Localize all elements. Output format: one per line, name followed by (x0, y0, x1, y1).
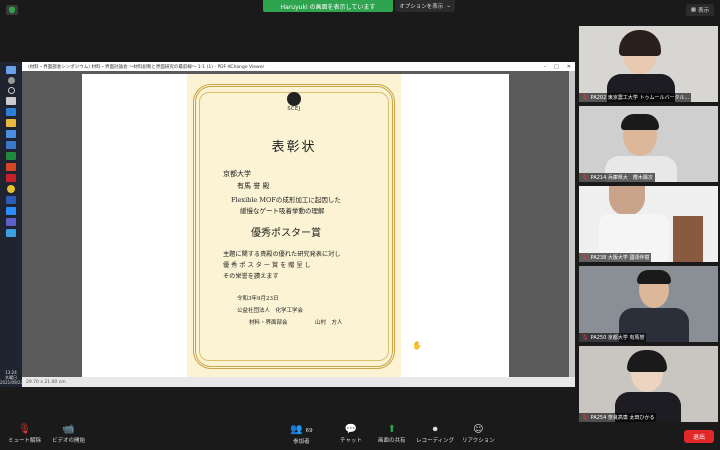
pdf-icon[interactable] (6, 174, 16, 182)
participant-tile[interactable]: 🎙 PA214 兵庫県大 櫻木陽次 (579, 106, 718, 182)
university: 京都大学 (223, 170, 251, 178)
window-title-bar[interactable]: (材料・界面部会シンポジウム) 材料・界面討論会 ～材料創製と界面研究の最前線～… (22, 62, 575, 71)
participants-button[interactable]: 👥 69 参加者 (290, 424, 313, 445)
share-screen-button[interactable]: ⬆ 画面の共有 (378, 424, 406, 444)
participant-name: PA254 奈良高専 太田ひかる (590, 415, 655, 421)
reaction-icon: ☺ (473, 424, 484, 435)
sharing-banner: Haruyuki の画面を表示しています (263, 0, 393, 12)
share-options-button[interactable]: オプションを表示 ⌄ (395, 0, 455, 12)
minimize-icon[interactable]: – (544, 64, 547, 70)
task-view-icon[interactable] (6, 97, 16, 105)
unmute-label: ミュート解除 (8, 438, 42, 444)
pdf-viewer-window: (材料・界面部会シンポジウム) 材料・界面討論会 ～材料創製と界面研究の最前線～… (22, 62, 575, 387)
participants-label: 参加者 (293, 439, 310, 445)
cortana-icon[interactable] (7, 87, 15, 94)
app-icon[interactable] (6, 229, 16, 237)
mail-icon[interactable] (6, 141, 16, 149)
participants-count: 69 (305, 428, 313, 434)
pdf-page: SCEJ 表彰状 京都大学 有馬 誉 殿 Flexible MOFの成形加工に起… (82, 74, 509, 377)
chat-label: チャット (340, 438, 362, 444)
chair-name: 山村 方人 (315, 320, 343, 326)
reaction-label: リアクション (462, 438, 495, 444)
windows-taskbar: 13:24 木曜日 2021/09/23 (0, 62, 24, 387)
mic-muted-icon: 🎙 (581, 174, 589, 181)
powerpoint-icon[interactable] (6, 163, 16, 171)
shared-screen: 13:24 木曜日 2021/09/23 (材料・界面部会シンポジウム) 材料・… (0, 62, 575, 387)
chrome-icon[interactable] (7, 185, 15, 193)
scej-logo: SCEJ (282, 92, 306, 112)
body-line-2: 優 秀 ポ ス タ ー 賞 を 贈 呈 し (223, 262, 311, 269)
participants-icon: 👥 (290, 424, 303, 435)
reaction-button[interactable]: ☺ リアクション (462, 424, 495, 444)
topic-line-1: Flexible MOFの成形加工に起因した (231, 196, 341, 204)
share-screen-label: 画面の共有 (378, 438, 406, 444)
view-button-label: 表示 (698, 8, 710, 14)
vertical-scrollbar[interactable] (569, 71, 575, 377)
start-video-button[interactable]: 📹 ビデオの開始 (52, 424, 85, 444)
windows-start-icon[interactable] (6, 66, 16, 74)
participant-tile[interactable]: 🎙 PA250 京都大学 有馬誉 (579, 266, 718, 342)
page-size: 29.70 x 21.00 cm (26, 379, 66, 385)
mic-muted-icon: 🎙 (581, 94, 589, 101)
grid-icon: ▦ (690, 7, 697, 13)
close-icon[interactable]: ✕ (567, 64, 571, 70)
award-date: 令和3年9月23日 (237, 296, 279, 302)
word-icon[interactable] (6, 196, 16, 204)
zoom-icon[interactable] (6, 207, 16, 215)
zoom-window: Haruyuki の画面を表示しています オプションを表示 ⌄ ▦ 表示 13:… (0, 0, 720, 450)
start-video-label: ビデオの開始 (52, 438, 86, 444)
share-screen-icon: ⬆ (387, 424, 396, 435)
participant-name: PA214 兵庫県大 櫻木陽次 (590, 175, 653, 181)
division: 材料・界面部会 (249, 320, 288, 326)
certificate: SCEJ 表彰状 京都大学 有馬 誉 殿 Flexible MOFの成形加工に起… (187, 74, 401, 377)
participant-tile[interactable]: 🎙 PA254 奈良高専 太田ひかる (579, 346, 718, 422)
organization: 公益社団法人 化学工学会 (237, 308, 304, 314)
record-label: レコーディング (416, 438, 455, 444)
certificate-title: 表彰状 (271, 140, 317, 155)
topic-line-2: 緩慢なゲート吸着挙動の理解 (240, 207, 325, 215)
store-icon[interactable] (6, 130, 16, 138)
recipient: 有馬 誉 殿 (237, 182, 270, 190)
mic-muted-icon: 🎙 (581, 334, 589, 341)
record-icon: ⏺ (432, 424, 438, 435)
mic-muted-icon: 🎙 (18, 424, 31, 435)
shield-icon[interactable] (6, 5, 18, 15)
status-bar: 29.70 x 21.00 cm (22, 377, 575, 387)
video-off-icon: 📹 (62, 424, 75, 435)
mic-muted-icon: 🎙 (581, 414, 589, 421)
participant-name: PA238 大阪大学 國領伴樹 (590, 255, 650, 261)
chat-icon: 💬 (344, 424, 358, 435)
participant-name: PA202 東京農工大学 トゥムールバータル... (590, 95, 690, 101)
taskbar-clock[interactable]: 13:24 木曜日 2021/09/23 (0, 370, 24, 385)
teams-icon[interactable] (6, 218, 16, 226)
clock-date: 2021/09/23 (0, 380, 24, 385)
leave-button[interactable]: 退出 (684, 430, 714, 443)
explorer-icon[interactable] (6, 119, 16, 127)
award-name: 優秀ポスター賞 (251, 228, 321, 239)
unmute-button[interactable]: 🎙 ミュート解除 (8, 424, 41, 444)
window-title: (材料・界面部会シンポジウム) 材料・界面討論会 ～材料創製と界面研究の最前線～… (28, 64, 265, 70)
excel-icon[interactable] (6, 152, 16, 160)
view-button[interactable]: ▦ 表示 (686, 4, 714, 16)
participant-tile[interactable]: 🎙 PA202 東京農工大学 トゥムールバータル... (579, 26, 718, 102)
chevron-down-icon: ⌄ (446, 3, 451, 9)
record-button[interactable]: ⏺ レコーディング (416, 424, 454, 444)
chat-button[interactable]: 💬 チャット (340, 424, 362, 444)
document-area: SCEJ 表彰状 京都大学 有馬 誉 殿 Flexible MOFの成形加工に起… (22, 71, 575, 377)
meeting-toolbar: 🎙 ミュート解除 📹 ビデオの開始 👥 69 参加者 💬 チャット ⬆ 画面の共… (0, 422, 720, 450)
search-icon[interactable] (7, 77, 15, 84)
mic-muted-icon: 🎙 (581, 254, 589, 261)
share-options-label: オプションを表示 (399, 4, 444, 10)
maximize-icon[interactable]: □ (554, 64, 559, 70)
hand-cursor-icon: ✋ (412, 341, 422, 350)
participant-tile[interactable]: 🎙 PA238 大阪大学 國領伴樹 (579, 186, 718, 262)
edge-icon[interactable] (6, 108, 16, 116)
participant-name: PA250 京都大学 有馬誉 (590, 335, 645, 341)
body-line-3: その栄誉を讃えます (223, 273, 279, 280)
body-line-1: 主題に関する貴殿の優れた研究発表に対し (223, 251, 341, 258)
